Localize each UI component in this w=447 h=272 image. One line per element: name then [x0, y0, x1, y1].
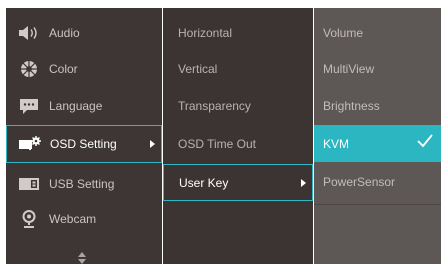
submenu-item-label: Vertical [178, 62, 218, 76]
submenu-item-horizontal[interactable]: Horizontal [163, 15, 313, 51]
menu-item-label: USB Setting [49, 177, 115, 191]
submenu-arrow-icon [301, 178, 306, 187]
menu-item-color[interactable]: Color [6, 51, 162, 87]
option-label: Volume [323, 26, 364, 40]
submenu-item-user-key[interactable]: User Key [163, 164, 313, 201]
submenu-column: Horizontal Vertical Transparency OSD Tim… [163, 8, 313, 264]
option-label: Brightness [323, 99, 380, 113]
osd-setting-icon [19, 135, 41, 153]
divider [314, 204, 441, 205]
webcam-icon [18, 210, 40, 228]
usb-setting-icon [18, 175, 40, 193]
submenu-item-label: OSD Time Out [178, 137, 257, 151]
menu-item-label: Color [49, 62, 78, 76]
speaker-icon [18, 24, 40, 42]
submenu-item-label: Transparency [178, 99, 251, 113]
option-label: PowerSensor [323, 175, 396, 189]
option-volume[interactable]: Volume [314, 15, 441, 51]
submenu-item-osd-time-out[interactable]: OSD Time Out [163, 126, 313, 162]
option-brightness[interactable]: Brightness [314, 88, 441, 124]
menu-item-label: Language [49, 99, 103, 113]
menu-item-label: Audio [49, 26, 80, 40]
up-down-icon[interactable] [78, 251, 86, 269]
option-kvm[interactable]: KVM [314, 125, 441, 162]
submenu-item-label: Horizontal [178, 26, 233, 40]
option-powersensor[interactable]: PowerSensor [314, 164, 441, 200]
menu-item-label: OSD Setting [50, 137, 117, 151]
menu-item-audio[interactable]: Audio [6, 15, 162, 51]
menu-item-usb-setting[interactable]: USB Setting [6, 166, 162, 202]
color-wheel-icon [18, 60, 40, 78]
checkmark-icon [417, 134, 433, 153]
osd-menu: Audio Color Language OSD Setting USB Set… [0, 0, 447, 272]
option-multiview[interactable]: MultiView [314, 51, 441, 87]
submenu-arrow-icon [150, 140, 155, 148]
menu-item-osd-setting[interactable]: OSD Setting [6, 125, 162, 163]
submenu-item-label: User Key [179, 175, 229, 190]
language-icon [18, 97, 40, 115]
option-label: KVM [323, 136, 350, 151]
submenu-item-transparency[interactable]: Transparency [163, 88, 313, 124]
option-label: MultiView [323, 62, 375, 76]
main-menu-column: Audio Color Language OSD Setting USB Set… [6, 8, 162, 264]
menu-item-language[interactable]: Language [6, 88, 162, 124]
submenu-item-vertical[interactable]: Vertical [163, 51, 313, 87]
options-column: Volume MultiView Brightness KVM PowerSen… [314, 8, 441, 264]
menu-item-webcam[interactable]: Webcam [6, 201, 162, 237]
menu-item-label: Webcam [49, 212, 97, 226]
